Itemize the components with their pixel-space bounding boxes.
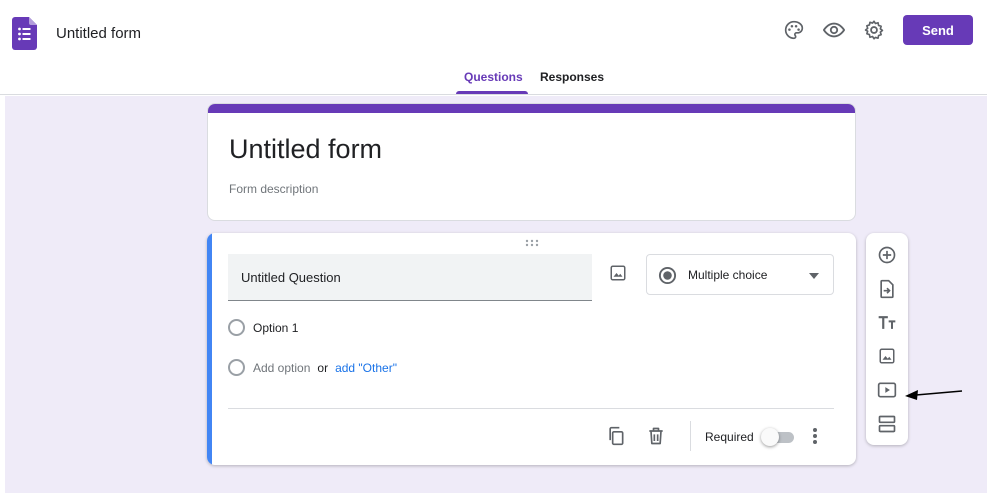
document-title[interactable]: Untitled form (56, 25, 141, 42)
question-title-input[interactable]: Untitled Question (228, 254, 592, 301)
header: Untitled form Send Questions Responses (0, 0, 987, 95)
footer-separator (690, 421, 691, 451)
add-option-row: Add option or add "Other" (228, 359, 397, 376)
radio-circle-icon (228, 319, 245, 336)
add-image-icon[interactable] (875, 344, 899, 368)
radio-button-icon (658, 266, 677, 285)
drag-handle-icon[interactable] (525, 239, 539, 247)
radio-circle-icon (228, 359, 245, 376)
card-accent-bar (208, 104, 855, 113)
required-label: Required (705, 430, 754, 444)
add-question-icon[interactable] (875, 243, 899, 267)
form-title-card[interactable]: Untitled form Form description (207, 103, 856, 221)
import-questions-icon[interactable] (875, 277, 899, 301)
tab-questions[interactable]: Questions (464, 70, 523, 84)
question-title-text: Untitled Question (241, 270, 341, 285)
annotation-arrow-icon (905, 390, 963, 400)
option-label[interactable]: Option 1 (253, 321, 298, 335)
eye-icon[interactable] (822, 18, 846, 42)
active-tab-indicator (456, 91, 528, 94)
duplicate-icon[interactable] (605, 425, 627, 447)
question-type-label: Multiple choice (688, 268, 768, 282)
add-section-icon[interactable] (875, 412, 899, 436)
toggle-knob (761, 428, 779, 446)
gear-icon[interactable] (862, 18, 886, 42)
add-title-icon[interactable] (875, 311, 899, 335)
add-video-icon[interactable] (875, 378, 899, 402)
option-row[interactable]: Option 1 (228, 319, 298, 336)
or-text: or (317, 360, 329, 375)
caret-down-icon (809, 273, 819, 279)
more-options-icon[interactable] (805, 425, 825, 447)
form-description-field[interactable]: Form description (229, 182, 318, 196)
send-button[interactable]: Send (903, 15, 973, 45)
forms-logo-icon[interactable] (12, 17, 37, 50)
image-icon[interactable] (608, 263, 628, 283)
active-card-indicator (207, 233, 212, 465)
delete-icon[interactable] (645, 425, 667, 447)
required-toggle[interactable] (761, 428, 795, 446)
side-toolbar (866, 233, 908, 445)
question-card[interactable]: Untitled Question Multiple choice Option… (207, 233, 856, 465)
form-title[interactable]: Untitled form (229, 134, 382, 165)
card-footer-divider (228, 408, 834, 409)
palette-icon[interactable] (782, 18, 806, 42)
tab-responses[interactable]: Responses (540, 70, 604, 84)
question-type-dropdown[interactable]: Multiple choice (646, 254, 834, 295)
add-other-link[interactable]: add "Other" (335, 361, 397, 375)
add-option-link[interactable]: Add option (253, 361, 310, 375)
